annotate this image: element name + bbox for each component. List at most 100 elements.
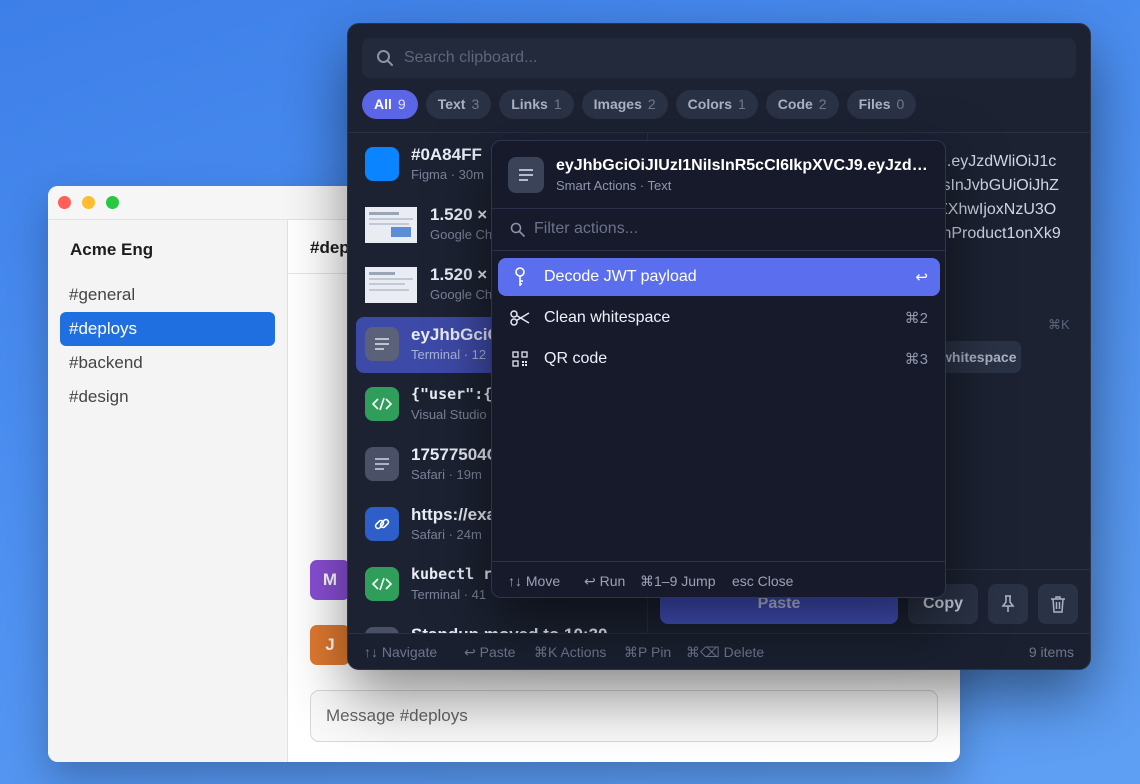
preview-line: 9.eyJzdWliOiJ1c bbox=[938, 153, 1057, 170]
popover-title: eyJhbGciOiJIUzI1NiIsInR5cCI6IkpXVCJ9.eyJ… bbox=[556, 157, 931, 174]
minimize-window-button[interactable] bbox=[82, 196, 95, 209]
item-title: 17577504C bbox=[411, 445, 499, 464]
filter-files[interactable]: Files 0 bbox=[846, 90, 917, 119]
shortcut-hint: ⌘2 bbox=[904, 310, 928, 327]
text-doc-icon bbox=[508, 157, 544, 193]
code-icon bbox=[365, 387, 399, 421]
item-title: 1.520 × bbox=[430, 265, 488, 284]
action-clean-whitespace[interactable]: Clean whitespace ⌘2 bbox=[498, 299, 940, 337]
filter-images[interactable]: Images 2 bbox=[581, 90, 668, 119]
channel-design[interactable]: #design bbox=[60, 380, 275, 414]
image-thumbnail-icon bbox=[365, 267, 417, 303]
smart-actions-popover: eyJhbGciOiJIUzI1NiIsInR5cCI6IkpXVCJ9.eyJ… bbox=[491, 140, 946, 598]
filter-links[interactable]: Links 1 bbox=[499, 90, 574, 119]
shortcut-hint: ⌘3 bbox=[904, 351, 928, 368]
hint-jump: ⌘1–9 Jump bbox=[640, 573, 716, 589]
hint-navigate: ↑↓ Navigate bbox=[364, 644, 438, 660]
hint-actions: ⌘K Actions bbox=[534, 644, 607, 660]
preview-line: IsInJvbGUiOiJhZ bbox=[938, 177, 1059, 194]
zoom-window-button[interactable] bbox=[106, 196, 119, 209]
message-input[interactable]: Message #deploys bbox=[310, 690, 938, 742]
item-source: Safari · 19m bbox=[411, 467, 482, 482]
search-bar bbox=[362, 38, 1076, 78]
search-input[interactable] bbox=[404, 38, 1066, 78]
chip-count: 0 bbox=[896, 96, 905, 112]
hint-paste: ↩ Paste bbox=[464, 644, 516, 660]
filter-code[interactable]: Code 2 bbox=[765, 90, 839, 119]
code-icon bbox=[365, 567, 399, 601]
link-icon bbox=[365, 507, 399, 541]
key-icon bbox=[510, 267, 530, 287]
action-label: QR code bbox=[544, 350, 608, 367]
return-key-hint: ↩ bbox=[915, 269, 928, 286]
item-source: Visual Studio bbox=[411, 407, 487, 422]
preview-text: 9.eyJzdWliOiJ1c IsInJvbGUiOiJhZ ZXhwIjox… bbox=[938, 150, 1088, 246]
item-source: Terminal · 41 bbox=[411, 587, 487, 602]
filter-colors[interactable]: Colors 1 bbox=[675, 90, 758, 119]
color-swatch-icon bbox=[365, 147, 399, 181]
popover-subtitle: Smart Actions · Text bbox=[556, 178, 672, 193]
qr-code-icon bbox=[510, 349, 530, 369]
channel-header: #dep bbox=[310, 238, 350, 257]
chip-count: 3 bbox=[471, 96, 480, 112]
search-icon bbox=[377, 50, 393, 66]
filter-chips: All 9 Text 3 Links 1 Images 2 Colors 1 Code 2 … bbox=[362, 90, 917, 120]
hint-close: esc Close bbox=[732, 573, 794, 589]
item-source: Safari · 24m bbox=[411, 527, 482, 542]
delete-button[interactable] bbox=[1038, 584, 1078, 624]
avatar[interactable]: J bbox=[310, 625, 350, 665]
channel-backend[interactable]: #backend bbox=[60, 346, 275, 380]
actions-shortcut-hint: ⌘K bbox=[1048, 317, 1070, 332]
hint-delete: ⌘⌫ Delete bbox=[686, 644, 765, 660]
text-doc-icon bbox=[365, 327, 399, 361]
chip-count: 1 bbox=[553, 96, 562, 112]
text-doc-icon bbox=[365, 447, 399, 481]
divider bbox=[492, 208, 945, 209]
channel-general[interactable]: #general bbox=[60, 278, 275, 312]
item-title: kubectl r bbox=[411, 565, 493, 583]
item-title: {"user":{ bbox=[411, 385, 493, 403]
scissors-icon bbox=[510, 308, 530, 328]
trash-icon bbox=[1051, 596, 1065, 613]
popover-footer: ↑↓ Move ↩ Run ⌘1–9 Jump esc Close bbox=[492, 561, 945, 597]
action-label: Decode JWT payload bbox=[544, 268, 697, 285]
item-title: Standup moved to 10:30 bbox=[411, 625, 607, 633]
filter-actions-input[interactable] bbox=[534, 215, 924, 243]
chip-label: Code bbox=[777, 96, 813, 112]
search-icon bbox=[510, 222, 525, 237]
filter-all[interactable]: All 9 bbox=[362, 90, 418, 119]
avatar[interactable]: M bbox=[310, 560, 350, 600]
chip-label: Links bbox=[511, 96, 548, 112]
hint-move: ↑↓ Move bbox=[508, 573, 561, 589]
chip-label: Text bbox=[437, 96, 466, 112]
chip-count: 2 bbox=[818, 96, 827, 112]
item-source: Google Ch bbox=[430, 227, 493, 242]
chat-sidebar: Acme Eng #general #deploys #backend #des… bbox=[48, 220, 288, 762]
pin-button[interactable] bbox=[988, 584, 1028, 624]
action-qr-code[interactable]: QR code ⌘3 bbox=[498, 340, 940, 378]
item-source: Figma · 30m bbox=[411, 167, 484, 182]
chip-count: 1 bbox=[738, 96, 746, 112]
pin-icon bbox=[1001, 595, 1015, 612]
action-label: Clean whitespace bbox=[544, 309, 671, 326]
image-thumbnail-icon bbox=[365, 207, 417, 243]
item-source: Google Ch bbox=[430, 287, 493, 302]
item-title: 1.520 × bbox=[430, 205, 488, 224]
list-item[interactable]: Standup moved to 10:30 bbox=[356, 617, 646, 633]
channel-deploys[interactable]: #deploys bbox=[60, 312, 275, 346]
item-count: 9 items bbox=[1028, 644, 1074, 660]
item-source: Terminal · 12 bbox=[411, 347, 487, 362]
action-decode-jwt[interactable]: Decode JWT payload ↩ bbox=[498, 258, 940, 296]
clipboard-footer: ↑↓ Navigate ↩ Paste ⌘K Actions ⌘P Pin ⌘⌫… bbox=[348, 633, 1090, 669]
item-title: #0A84FF bbox=[411, 145, 482, 164]
chip-count: 2 bbox=[647, 96, 656, 112]
workspace-name[interactable]: Acme Eng bbox=[70, 240, 153, 260]
close-window-button[interactable] bbox=[58, 196, 71, 209]
item-title: eyJhbGciO bbox=[411, 325, 501, 344]
chip-label: Colors bbox=[687, 96, 732, 112]
item-title: https://exa bbox=[411, 505, 497, 524]
preview-line: ZXhwIjoxNzU3O bbox=[938, 201, 1057, 218]
filter-text[interactable]: Text 3 bbox=[425, 90, 492, 119]
hint-run: ↩ Run bbox=[584, 573, 626, 589]
hint-pin: ⌘P Pin bbox=[624, 644, 672, 660]
